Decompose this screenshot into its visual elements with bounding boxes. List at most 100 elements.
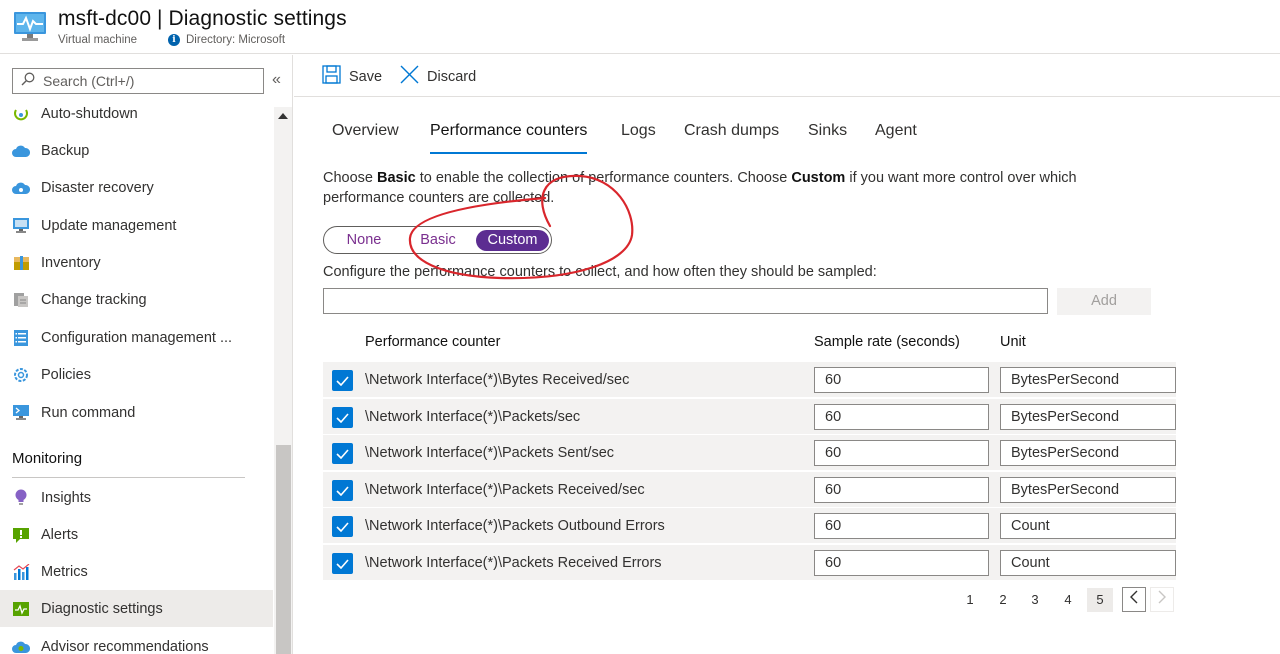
cloud-icon [12,638,30,654]
save-icon [322,65,341,88]
page-2-button[interactable]: 2 [990,588,1016,612]
page-1-button[interactable]: 1 [957,588,983,612]
counter-name: \Network Interface(*)\Packets Received/s… [365,482,645,498]
clock-icon [12,105,30,123]
alert-icon [12,526,30,544]
collapse-sidebar-button[interactable]: « [272,71,281,89]
sidebar-item-disaster-recovery[interactable]: Disaster recovery [0,169,273,206]
search-icon [21,72,35,91]
sidebar-item-auto-shutdown[interactable]: Auto-shutdown [0,95,273,132]
unit-input[interactable]: BytesPerSecond [1000,440,1176,466]
description-text: Choose Basic to enable the collection of… [323,170,1077,206]
sidebar-item-update-management[interactable]: Update management [0,207,273,244]
add-button[interactable]: Add [1057,288,1151,315]
sidebar-item-change-tracking[interactable]: Change tracking [0,281,273,318]
page-5-button[interactable]: 5 [1087,588,1113,612]
sidebar-item-label: Configuration management ... [41,329,233,346]
tab-performance-counters[interactable]: Performance counters [430,122,588,154]
virtual-machine-icon [14,12,46,42]
sample-rate-input[interactable]: 60 [814,404,989,430]
toggle-option-custom[interactable]: Custom [476,230,549,251]
discard-button[interactable]: Discard [400,65,476,88]
counter-name: \Network Interface(*)\Packets Outbound E… [365,518,665,534]
row-checkbox[interactable] [332,407,353,428]
table-row: \Network Interface(*)\Packets/sec 60 Byt… [323,399,1176,435]
monitor-icon [12,217,30,235]
counter-name: \Network Interface(*)\Packets Received E… [365,555,662,571]
counter-name: \Network Interface(*)\Bytes Received/sec [365,372,630,388]
previous-page-button[interactable] [1122,587,1146,612]
unit-input[interactable]: BytesPerSecond [1000,367,1176,393]
sidebar-item-metrics[interactable]: Metrics [0,553,273,590]
row-checkbox[interactable] [332,480,353,501]
unit-input[interactable]: BytesPerSecond [1000,477,1176,503]
counter-input[interactable] [323,288,1048,314]
sample-rate-input[interactable]: 60 [814,440,989,466]
sidebar-item-label: Metrics [41,563,88,580]
sidebar-item-alerts[interactable]: Alerts [0,516,273,553]
bar-chart-icon [12,563,30,581]
search-input[interactable]: Search (Ctrl+/) [12,68,264,94]
collection-mode-toggle[interactable]: None Basic Custom [323,226,552,254]
checklist-icon [12,329,30,347]
sidebar-item-run-command[interactable]: Run command [0,394,273,431]
tab-sinks[interactable]: Sinks [808,122,847,154]
row-checkbox[interactable] [332,553,353,574]
sidebar-scrollbar-thumb[interactable] [276,445,291,654]
scroll-up-arrow-icon[interactable] [278,113,288,119]
search-placeholder: Search (Ctrl+/) [43,73,135,89]
sidebar-item-advisor-recommendations[interactable]: Advisor recommendations [0,628,273,654]
next-page-button[interactable] [1150,587,1174,612]
sidebar-item-backup[interactable]: Backup [0,132,273,169]
page-3-button[interactable]: 3 [1022,588,1048,612]
tab-overview[interactable]: Overview [332,122,399,154]
sample-rate-input[interactable]: 60 [814,550,989,576]
diagnostic-icon [12,600,30,618]
gear-icon [12,366,30,384]
table-row: \Network Interface(*)\Bytes Received/sec… [323,362,1176,398]
page-title: msft-dc00 | Diagnostic settings [58,7,347,30]
sidebar-item-label: Policies [41,366,91,383]
sample-rate-input[interactable]: 60 [814,513,989,539]
table-row: \Network Interface(*)\Packets Sent/sec 6… [323,435,1176,471]
command-bar: Save Discard [294,55,1280,97]
unit-input[interactable]: Count [1000,550,1176,576]
sidebar: Search (Ctrl+/) « Auto-shutdown Backup D… [0,55,293,654]
info-icon: i [168,34,180,46]
sidebar-item-inventory[interactable]: Inventory [0,244,273,281]
row-checkbox[interactable] [332,370,353,391]
sidebar-item-label: Update management [41,217,177,234]
close-icon [400,65,419,88]
cloud-icon [12,142,30,160]
save-button[interactable]: Save [322,65,382,88]
sample-rate-input[interactable]: 60 [814,477,989,503]
row-checkbox[interactable] [332,516,353,537]
sidebar-item-insights[interactable]: Insights [0,479,273,516]
tab-crash-dumps[interactable]: Crash dumps [684,122,779,154]
sidebar-item-label: Diagnostic settings [41,600,163,617]
chevron-right-icon [1157,590,1167,609]
unit-input[interactable]: Count [1000,513,1176,539]
sidebar-item-label: Run command [41,404,136,421]
sidebar-item-label: Backup [41,142,90,159]
toggle-option-none[interactable]: None [334,230,394,251]
sidebar-item-label: Change tracking [41,291,147,308]
sample-rate-input[interactable]: 60 [814,367,989,393]
section-divider [12,477,245,478]
directory-info: i Directory: Microsoft [168,34,285,46]
toggle-option-basic[interactable]: Basic [410,230,466,251]
counter-name: \Network Interface(*)\Packets/sec [365,409,581,425]
page-4-button[interactable]: 4 [1055,588,1081,612]
sidebar-item-policies[interactable]: Policies [0,356,273,393]
sidebar-item-diagnostic-settings[interactable]: Diagnostic settings [0,590,273,627]
column-header-counter: Performance counter [365,334,501,350]
column-header-sample-rate: Sample rate (seconds) [814,334,960,350]
sidebar-item-configuration-management[interactable]: Configuration management ... [0,319,273,356]
tab-logs[interactable]: Logs [621,122,656,154]
chevron-left-icon [1129,590,1139,609]
sidebar-item-label: Advisor recommendations [41,638,209,654]
tab-agent[interactable]: Agent [875,122,917,154]
row-checkbox[interactable] [332,443,353,464]
unit-input[interactable]: BytesPerSecond [1000,404,1176,430]
resource-type-label: Virtual machine [58,34,138,46]
